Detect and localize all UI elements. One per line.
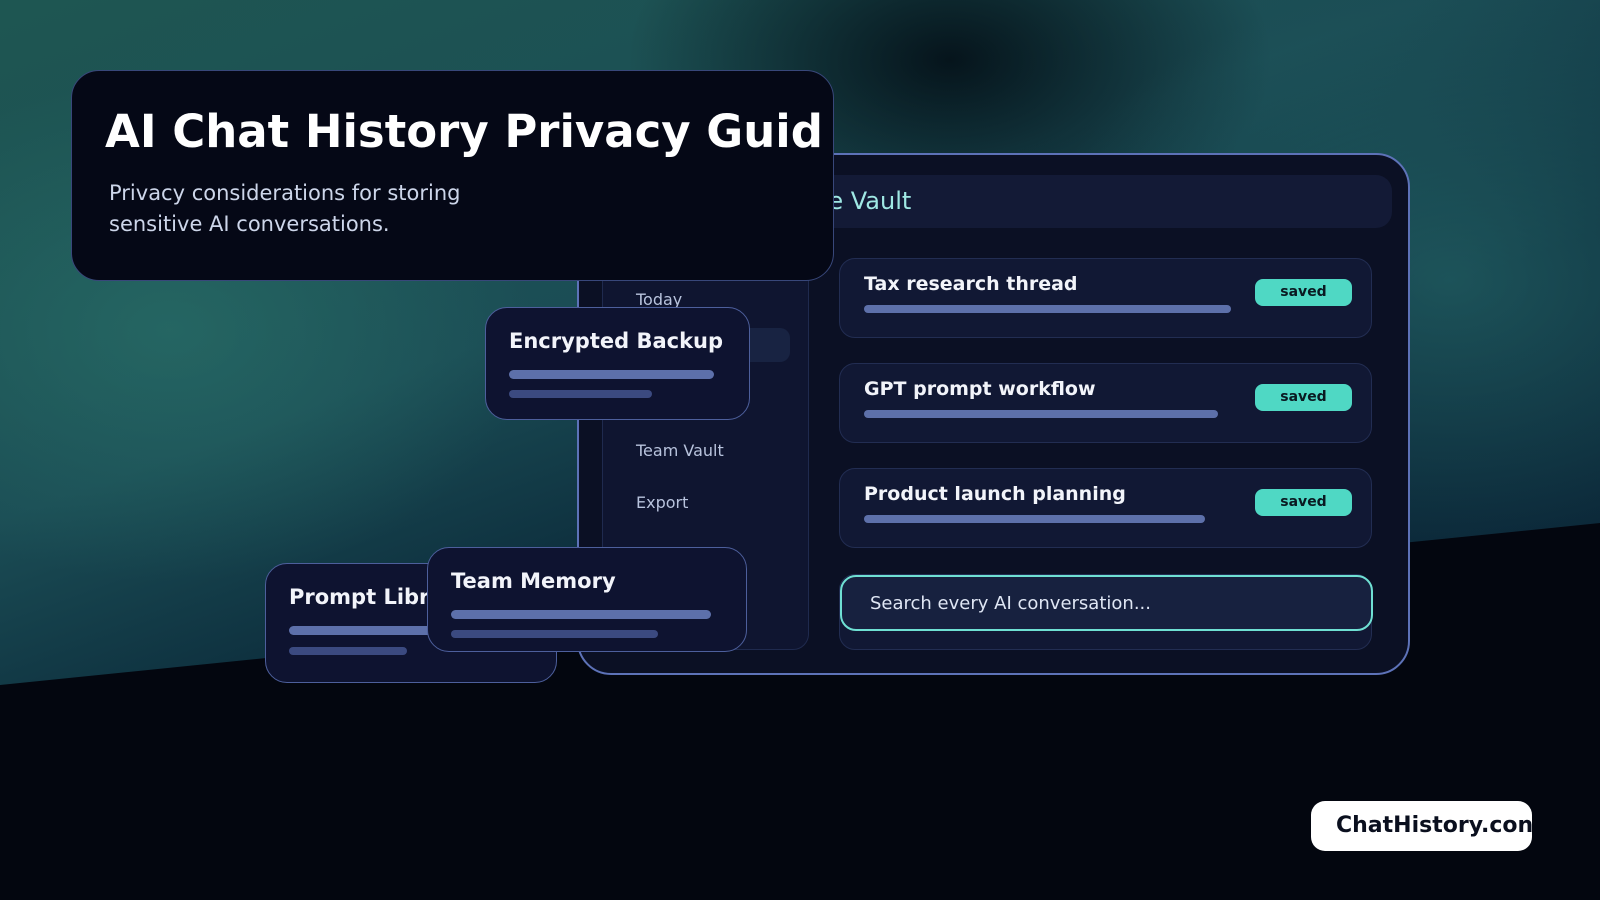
conversation-item[interactable]: GPT prompt workflow saved xyxy=(839,363,1372,443)
brand-label: ChatHistory.con xyxy=(1336,813,1532,838)
page-subtitle: Privacy considerations for storing sensi… xyxy=(109,181,461,236)
saved-badge: saved xyxy=(1255,279,1352,306)
conversation-preview-bar xyxy=(864,410,1218,418)
hero-card: AI Chat History Privacy Guid Privacy con… xyxy=(71,70,834,281)
team-memory-card[interactable]: Team Memory xyxy=(427,547,747,652)
card-preview-bar xyxy=(509,370,714,379)
conversation-title: GPT prompt workflow xyxy=(864,378,1096,400)
conversation-preview-bar xyxy=(864,305,1231,313)
saved-badge: saved xyxy=(1255,384,1352,411)
page-title: AI Chat History Privacy Guid xyxy=(105,105,823,158)
conversation-title: Tax research thread xyxy=(864,273,1078,295)
conversation-item[interactable]: Tax research thread saved xyxy=(839,258,1372,338)
card-preview-bar xyxy=(451,610,711,619)
conversation-preview-bar xyxy=(864,515,1205,523)
encrypted-backup-card[interactable]: Encrypted Backup xyxy=(485,307,750,420)
conversation-item[interactable]: Product launch planning saved xyxy=(839,468,1372,548)
card-title: Encrypted Backup xyxy=(509,329,724,353)
conversation-title: Product launch planning xyxy=(864,483,1126,505)
search-input[interactable] xyxy=(840,575,1373,631)
card-title: Team Memory xyxy=(451,569,616,593)
card-title: Prompt Libr xyxy=(289,585,430,609)
card-preview-bar xyxy=(289,647,407,655)
search-container xyxy=(839,574,1373,650)
card-preview-bar xyxy=(509,390,652,398)
card-preview-bar xyxy=(451,630,658,638)
sidebar-item-export[interactable]: Export xyxy=(636,493,688,512)
saved-badge: saved xyxy=(1255,489,1352,516)
brand-badge[interactable]: ChatHistory.con xyxy=(1311,801,1532,851)
sidebar-item-team-vault[interactable]: Team Vault xyxy=(636,441,724,460)
